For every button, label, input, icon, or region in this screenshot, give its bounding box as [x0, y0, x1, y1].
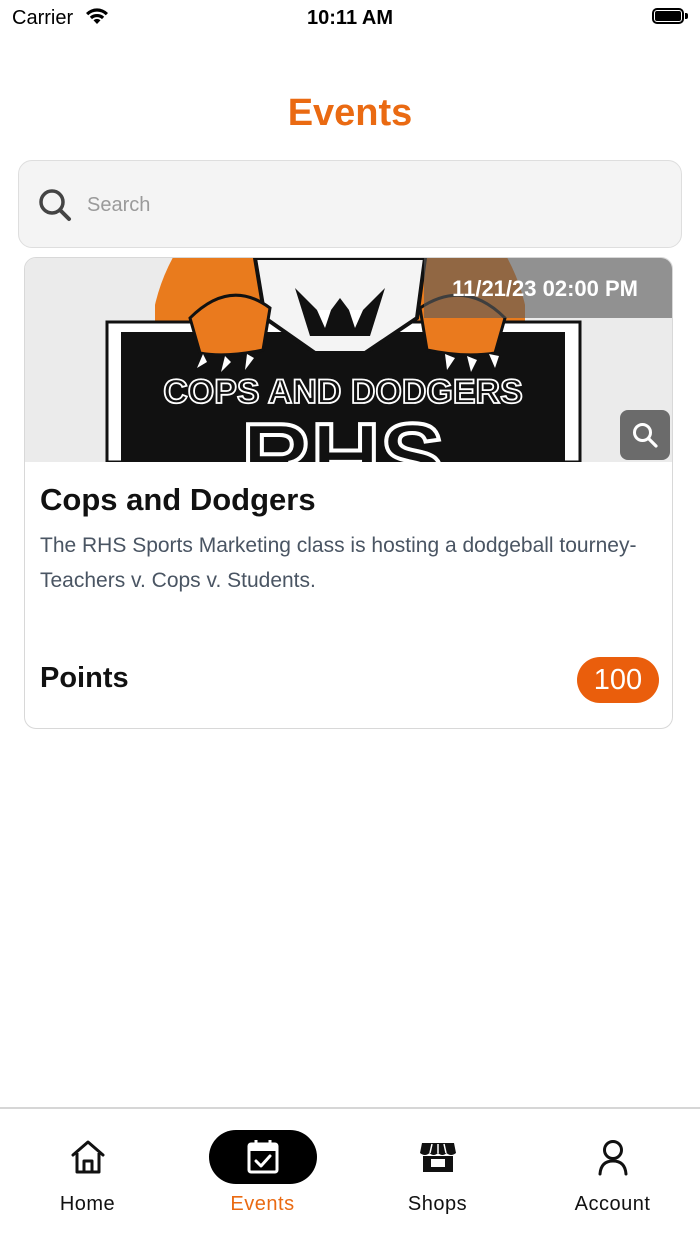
points-badge: 100 — [577, 657, 659, 703]
tab-bar: Home Events Shops Account — [0, 1107, 700, 1246]
banner-subtext: RHS — [242, 404, 445, 462]
tab-home[interactable]: Home — [0, 1109, 175, 1246]
tab-shops[interactable]: Shops — [350, 1109, 525, 1246]
event-banner-image: COPS AND DODGERS RHS 11/21/23 02:00 PM — [25, 258, 672, 462]
page-title: Events — [287, 92, 413, 134]
event-description: The RHS Sports Marketing class is hostin… — [40, 534, 637, 592]
tab-account-label: Account — [574, 1193, 651, 1215]
tab-events-label: Events — [230, 1193, 295, 1215]
event-title: Cops and Dodgers — [40, 482, 316, 517]
tab-shops-label: Shops — [407, 1193, 468, 1215]
search-input[interactable] — [85, 187, 649, 223]
home-icon — [68, 1137, 108, 1177]
magnifier-icon — [633, 423, 658, 448]
tab-events[interactable]: Events — [175, 1109, 350, 1246]
status-bar: Carrier 10:11 AM — [0, 0, 700, 36]
zoom-image-button[interactable] — [620, 410, 670, 460]
search-bar[interactable] — [18, 160, 682, 248]
clock: 10:11 AM — [307, 7, 393, 29]
event-card[interactable]: COPS AND DODGERS RHS 11/21/23 02:00 PM C… — [24, 257, 673, 729]
search-icon — [37, 187, 73, 228]
calendar-check-icon — [243, 1137, 283, 1177]
tab-account[interactable]: Account — [525, 1109, 700, 1246]
battery-icon — [652, 8, 690, 26]
event-datetime: 11/21/23 02:00 PM — [424, 258, 672, 318]
person-icon — [593, 1137, 633, 1177]
storefront-icon — [418, 1137, 458, 1177]
points-label: Points — [40, 662, 129, 694]
tab-home-label: Home — [59, 1193, 116, 1215]
